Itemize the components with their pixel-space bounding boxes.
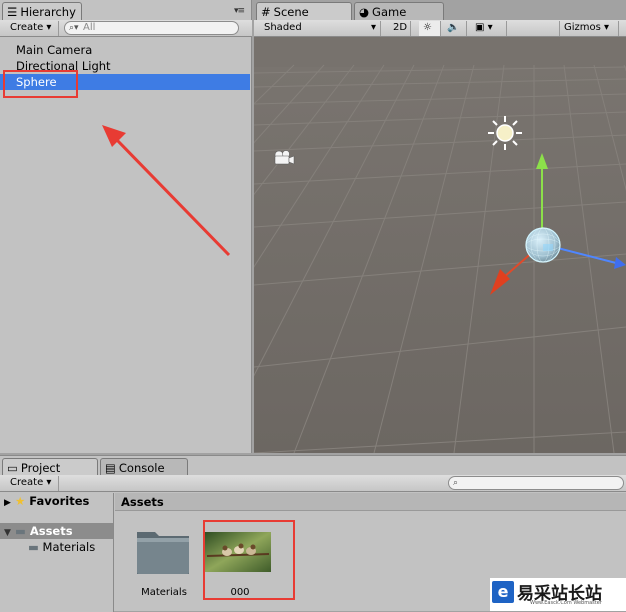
watermark-e-icon: e <box>492 581 514 603</box>
search-icon: ⌕ <box>453 478 459 488</box>
project-create-button[interactable]: Create ▾ <box>6 476 59 491</box>
project-search-input[interactable]: ⌕ <box>448 476 624 490</box>
asset-item-materials[interactable]: Materials <box>133 526 195 604</box>
favorites-item[interactable]: ▶ ★ Favorites <box>4 494 89 508</box>
collapse-arrow-icon: ▼ <box>4 528 11 538</box>
assets-tree-item[interactable]: ▼ ▬ Assets <box>0 523 113 539</box>
annotation-box-asset <box>203 520 295 600</box>
project-toolbar: Create ▾ ⌕ <box>0 475 626 492</box>
expand-arrow-icon: ▶ <box>4 498 11 508</box>
annotation-arrow-hierarchy <box>114 137 231 257</box>
star-icon: ★ <box>14 494 26 508</box>
folder-icon <box>137 532 189 574</box>
folder-icon: ▭ <box>7 461 18 475</box>
folder-icon: ▬ <box>28 540 39 554</box>
breadcrumb-assets[interactable]: Assets <box>121 495 164 509</box>
watermark-logo: e 易采站长站 Www.Easck.Com Webmaster <box>490 578 626 611</box>
folder-icon: ▬ <box>14 524 26 538</box>
asset-label-materials: Materials <box>141 587 187 598</box>
project-breadcrumb: Assets <box>115 493 626 511</box>
watermark-subtitle: Www.Easck.Com Webmaster <box>530 600 602 606</box>
console-icon: ▤ <box>105 461 116 475</box>
project-tree: ▶ ★ Favorites ▼ ▬ Assets ▬ Materials <box>0 493 114 612</box>
materials-tree-item[interactable]: ▬ Materials <box>28 540 95 554</box>
